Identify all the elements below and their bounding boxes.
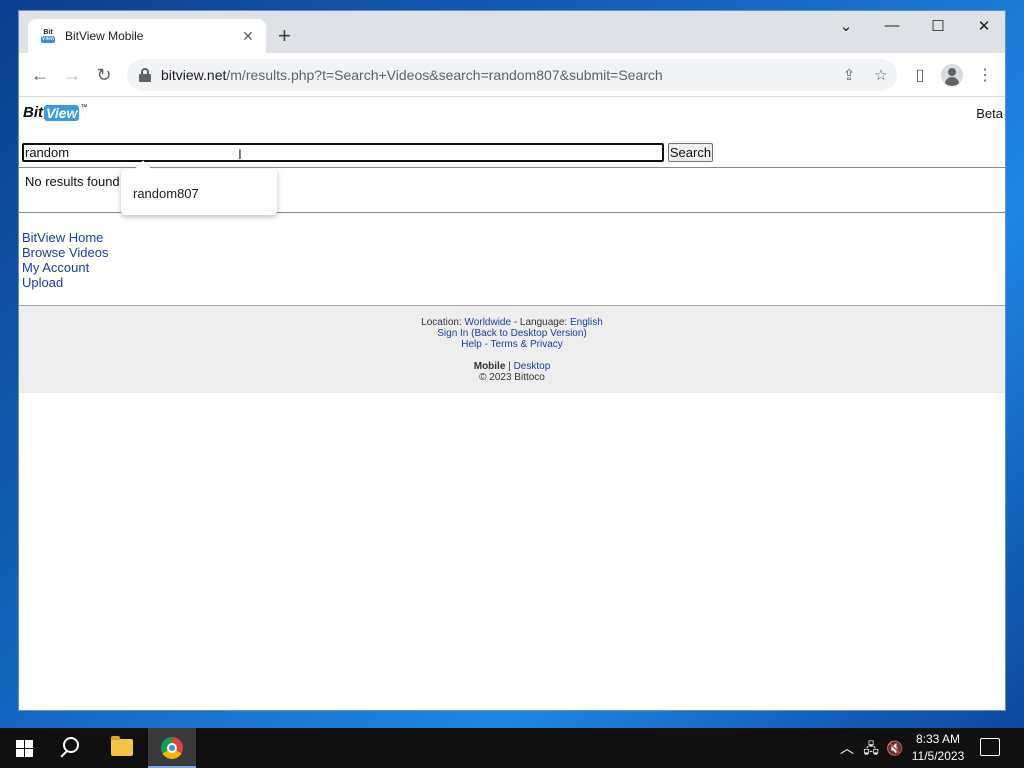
search-button[interactable]: Search	[668, 143, 713, 162]
tab-bitview-mobile[interactable]: Bit View BitView Mobile ✕	[28, 19, 266, 53]
file-explorer-icon[interactable]	[98, 728, 146, 768]
taskbar: ︿ 🖧 🔇 8:33 AM 11/5/2023	[0, 728, 1024, 768]
tab-title: BitView Mobile	[65, 29, 144, 43]
close-window-button[interactable]: ✕	[969, 17, 999, 35]
network-icon[interactable]: 🖧	[860, 728, 882, 768]
start-button[interactable]	[0, 728, 48, 768]
clock-date: 11/5/2023	[911, 749, 965, 763]
autocomplete-dropdown: random807	[121, 160, 277, 215]
text-cursor-icon: I	[238, 146, 242, 162]
nav-link-browse-videos[interactable]: Browse Videos	[22, 245, 108, 260]
chrome-taskbar-icon[interactable]	[148, 728, 196, 768]
windows-logo-icon	[15, 739, 33, 757]
system-clock[interactable]: 8:33 AM 11/5/2023	[905, 731, 971, 765]
tab-strip: Bit View BitView Mobile ✕ + ⌄ — ☐ ✕	[19, 11, 1005, 53]
notification-center-icon[interactable]	[980, 738, 1000, 756]
reload-button[interactable]: ↻	[92, 63, 116, 87]
tray-overflow-icon[interactable]: ︿	[837, 728, 857, 768]
volume-muted-icon[interactable]: 🔇	[884, 728, 906, 768]
profile-avatar-icon[interactable]	[941, 64, 963, 86]
search-input[interactable]: random	[22, 143, 664, 162]
tab-search-dropdown-icon[interactable]: ⌄	[831, 17, 861, 35]
sign-in-link[interactable]: Sign In	[437, 328, 468, 339]
terms-link[interactable]: Terms & Privacy	[491, 339, 563, 350]
location-link[interactable]: Worldwide	[465, 317, 512, 328]
beta-label: Beta	[976, 106, 1003, 121]
desktop-version-link[interactable]: (Back to Desktop Version)	[471, 328, 587, 339]
no-results-message: No results found	[25, 174, 120, 189]
language-label: - Language:	[513, 317, 568, 328]
nav-link-my-account[interactable]: My Account	[22, 260, 108, 275]
browser-window: Bit View BitView Mobile ✕ + ⌄ — ☐ ✕ ← → ↻…	[18, 10, 1006, 711]
new-tab-button[interactable]: +	[278, 25, 291, 47]
forward-button[interactable]: →	[60, 63, 84, 87]
lock-icon[interactable]	[139, 68, 151, 82]
language-link[interactable]: English	[570, 317, 603, 328]
minimize-button[interactable]: —	[877, 17, 907, 34]
clock-time: 8:33 AM	[915, 732, 961, 746]
search-icon[interactable]	[48, 728, 96, 768]
address-bar[interactable]: bitview.net/m/results.php?t=Search+Video…	[127, 59, 897, 91]
browser-menu-icon[interactable]: ⋮	[974, 65, 996, 85]
help-link[interactable]: Help	[461, 339, 482, 350]
divider	[19, 167, 1005, 168]
back-button[interactable]: ←	[28, 63, 52, 87]
mobile-label: Mobile	[473, 361, 506, 372]
autocomplete-suggestion[interactable]: random807	[133, 186, 199, 201]
desktop-link[interactable]: Desktop	[514, 361, 551, 372]
bitview-logo[interactable]: Bit View ™	[23, 104, 87, 121]
side-panel-icon[interactable]: ▯	[909, 65, 931, 85]
copyright: © 2023 Bittoco	[479, 372, 545, 383]
location-label: Location:	[421, 317, 462, 328]
nav-link-bitview-home[interactable]: BitView Home	[22, 230, 108, 245]
share-icon[interactable]: ⇪	[833, 66, 865, 84]
site-footer: Location: Worldwide - Language: English …	[19, 305, 1005, 393]
maximize-button[interactable]: ☐	[923, 17, 953, 35]
bitview-favicon-icon: Bit View	[40, 29, 56, 43]
page-content: Bit View ™ Beta random I Search No resul…	[19, 98, 1005, 710]
url-text[interactable]: bitview.net/m/results.php?t=Search+Video…	[161, 67, 833, 83]
bookmark-star-icon[interactable]: ☆	[865, 66, 897, 84]
browser-toolbar: ← → ↻ bitview.net/m/results.php?t=Search…	[19, 53, 1005, 97]
tab-close-icon[interactable]: ✕	[240, 28, 256, 45]
site-nav-links: BitView Home Browse Videos My Account Up…	[22, 230, 108, 290]
nav-link-upload[interactable]: Upload	[22, 275, 108, 290]
